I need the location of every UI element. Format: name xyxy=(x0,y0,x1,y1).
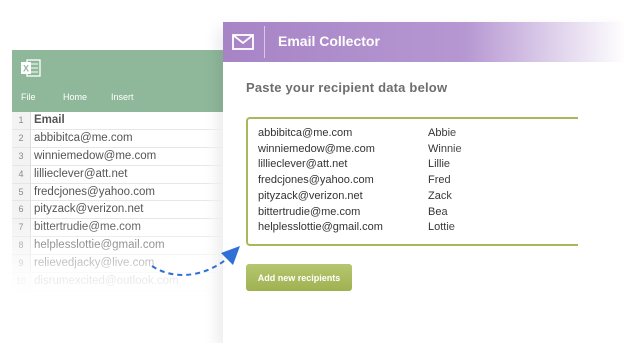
panel-title: Email Collector xyxy=(278,33,380,49)
email-cell[interactable]: fredcjones@yahoo.com xyxy=(34,184,155,201)
email-cell[interactable]: lillieclever@att.net xyxy=(34,166,128,183)
row-number: 6 xyxy=(12,201,31,219)
recipient-name: Winnie xyxy=(428,142,462,155)
svg-text:X: X xyxy=(23,64,29,74)
recipient-email: winniemedow@me.com xyxy=(258,142,375,155)
recipient-email: lillieclever@att.net xyxy=(258,158,348,171)
email-cell[interactable]: relievedjacky@live.com xyxy=(34,255,154,272)
add-new-recipients-button[interactable]: Add new recipients xyxy=(246,264,352,291)
instruction-text: Paste your recipient data below xyxy=(246,80,448,95)
mail-icon xyxy=(232,34,254,50)
recipient-email: abbibitca@me.com xyxy=(258,127,353,139)
sheet-row[interactable]: 5 fredcjones@yahoo.com xyxy=(12,183,224,202)
row-number: 2 xyxy=(12,129,31,147)
email-cell[interactable]: helplesslottie@gmail.com xyxy=(34,237,165,254)
sheet-row[interactable]: 2 abbibitca@me.com xyxy=(12,129,224,148)
row-number: 9 xyxy=(12,255,31,273)
recipient-email: helplesslottie@gmail.com xyxy=(258,221,383,234)
recipient-name: Lottie xyxy=(428,221,455,234)
recipient-email: bittertrudie@me.com xyxy=(258,205,361,218)
sheet-row[interactable]: 4 lillieclever@att.net xyxy=(12,165,224,184)
email-cell[interactable]: winniemedow@me.com xyxy=(34,148,156,165)
email-cell[interactable]: pityzack@verizon.net xyxy=(34,201,143,218)
email-cell[interactable]: abbibitca@me.com xyxy=(34,130,133,147)
panel-header: Email Collector xyxy=(223,22,626,62)
recipient-name: Lillie xyxy=(428,158,451,171)
spreadsheet-toolbar: X File Home Insert xyxy=(12,50,224,112)
recipient-email: pityzack@verizon.net xyxy=(258,189,363,202)
ribbon-tab-home[interactable]: Home xyxy=(63,92,87,102)
recipient-name: Zack xyxy=(428,189,452,202)
dashed-arrow-icon xyxy=(151,246,240,276)
email-cell[interactable]: bittertrudie@me.com xyxy=(34,219,141,236)
recipient-name: Bea xyxy=(428,205,448,218)
sheet-row[interactable]: 6 pityzack@verizon.net xyxy=(12,201,224,220)
row-number: 8 xyxy=(12,237,31,255)
column-header-email[interactable]: Email xyxy=(34,112,65,129)
email-collector-panel: Email Collector Paste your recipient dat… xyxy=(223,22,626,343)
recipient-name: Fred xyxy=(428,174,451,187)
row-number: 3 xyxy=(12,147,31,165)
row-number: 10 xyxy=(12,273,31,290)
recipient-email: fredcjones@yahoo.com xyxy=(258,174,374,187)
row-number: 1 xyxy=(12,112,31,129)
ribbon-tab-file[interactable]: File xyxy=(21,92,36,102)
recipient-name: Abbie xyxy=(428,127,457,139)
excel-icon: X xyxy=(21,59,41,77)
ribbon-tab-insert[interactable]: Insert xyxy=(111,92,134,102)
sheet-header-row[interactable]: 1 Email xyxy=(12,112,224,130)
recipient-data-textarea[interactable]: helplesslottie@gmail.com Lottie bittertrud… xyxy=(246,117,578,246)
sheet-row[interactable]: 7 bittertrudie@me.com xyxy=(12,219,224,238)
row-number: 7 xyxy=(12,219,31,237)
row-number: 4 xyxy=(12,165,31,183)
sheet-row[interactable]: 3 winniemedow@me.com xyxy=(12,147,224,166)
row-number: 5 xyxy=(12,183,31,201)
